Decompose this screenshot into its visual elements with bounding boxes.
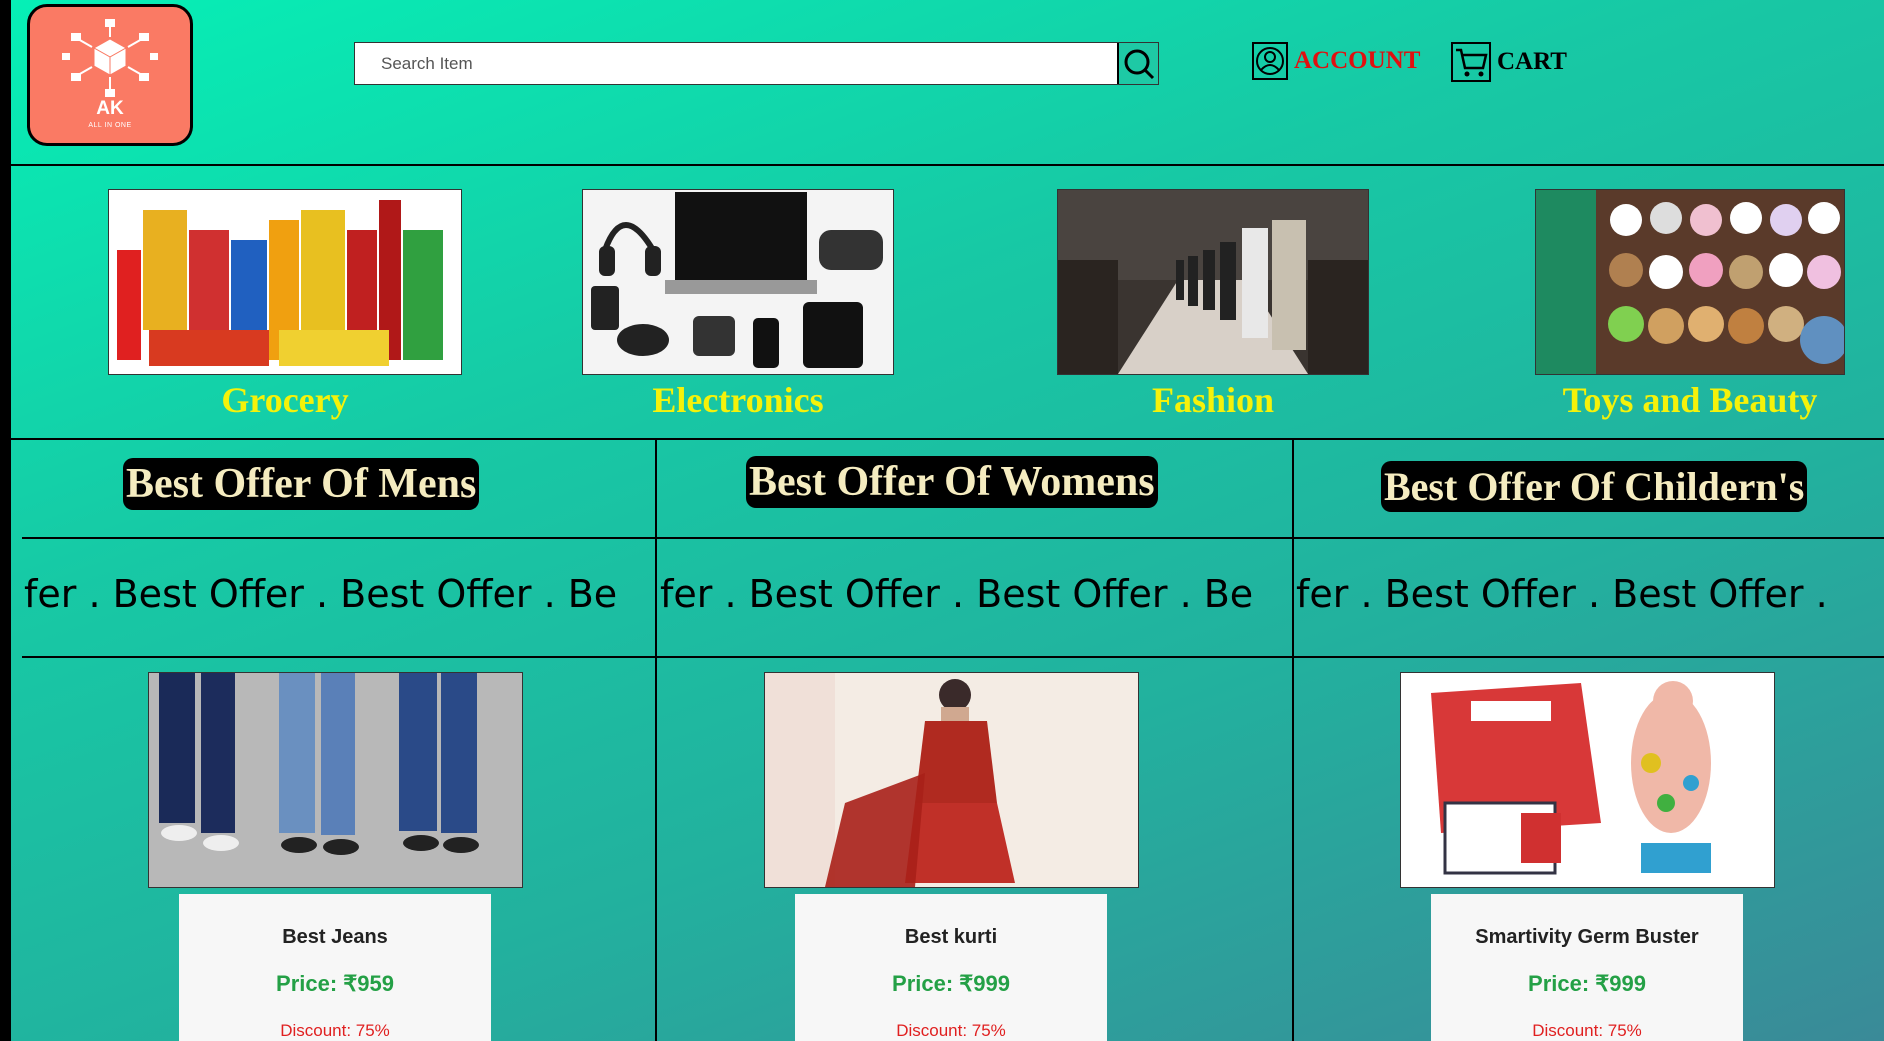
electronics-image bbox=[582, 189, 894, 375]
product-price: Price: ₹999 bbox=[892, 971, 1010, 996]
cube-network-icon bbox=[62, 19, 158, 97]
offer-marquee-mens: fer . Best Offer . Best Offer . Be bbox=[24, 572, 618, 616]
category-name: Grocery bbox=[221, 380, 349, 420]
account-link[interactable]: ACCOUNT bbox=[1252, 42, 1420, 80]
offer-title-mens: Best Offer Of Mens bbox=[123, 458, 480, 510]
category-name: Electronics bbox=[652, 380, 824, 420]
account-label: ACCOUNT bbox=[1294, 47, 1421, 74]
product-discount: Discount: 75% bbox=[280, 1021, 390, 1040]
offer-marquee-childrens: fer . Best Offer . Best Offer . bbox=[1296, 572, 1828, 616]
product-image-germ-buster[interactable] bbox=[1400, 672, 1775, 888]
toys-image bbox=[1535, 189, 1845, 375]
product-name: Best kurti bbox=[904, 926, 998, 948]
product-discount: Discount: 75% bbox=[896, 1021, 1006, 1040]
search-input[interactable] bbox=[355, 43, 1117, 84]
product-name: Best Jeans bbox=[282, 926, 388, 948]
category-name: Fashion bbox=[1151, 380, 1275, 420]
category-name: Toys and Beauty bbox=[1562, 380, 1818, 420]
search-bar bbox=[354, 42, 1159, 85]
product-image-kurti[interactable] bbox=[764, 672, 1139, 888]
category-fashion[interactable]: Fashion bbox=[1057, 189, 1369, 421]
category-grocery[interactable]: Grocery bbox=[108, 189, 462, 421]
product-image-jeans[interactable] bbox=[148, 672, 523, 888]
user-icon bbox=[1252, 42, 1288, 80]
product-card-germ-buster[interactable]: Smartivity Germ Buster Price: ₹999 Disco… bbox=[1431, 894, 1743, 1041]
search-button[interactable] bbox=[1117, 43, 1158, 84]
category-electronics[interactable]: Electronics bbox=[582, 189, 894, 421]
grocery-image bbox=[108, 189, 462, 375]
product-card-jeans[interactable]: Best Jeans Price: ₹959 Discount: 75% bbox=[179, 894, 491, 1041]
category-divider bbox=[11, 438, 1884, 440]
offer-title-womens: Best Offer Of Womens bbox=[746, 456, 1158, 508]
category-toys-and-beauty[interactable]: Toys and Beauty bbox=[1535, 189, 1845, 421]
cart-label: CART bbox=[1497, 48, 1567, 75]
offer-marquee-womens: fer . Best Offer . Best Offer . Be bbox=[660, 572, 1254, 616]
cart-link[interactable]: CART bbox=[1451, 42, 1567, 82]
header-divider bbox=[11, 164, 1884, 166]
product-discount: Discount: 75% bbox=[1532, 1021, 1642, 1040]
product-card-kurti[interactable]: Best kurti Price: ₹999 Discount: 75% bbox=[795, 894, 1107, 1041]
marquee-divider bbox=[22, 656, 1884, 658]
column-divider bbox=[1292, 440, 1294, 1041]
product-name: Smartivity Germ Buster bbox=[1475, 926, 1699, 948]
product-price: Price: ₹959 bbox=[276, 971, 394, 996]
title-divider bbox=[22, 537, 1884, 539]
left-border bbox=[0, 0, 11, 1041]
site-logo[interactable]: AK ALL IN ONE bbox=[27, 4, 193, 146]
product-price: Price: ₹999 bbox=[1528, 971, 1646, 996]
cart-icon bbox=[1451, 42, 1491, 82]
column-divider bbox=[655, 440, 657, 1041]
search-icon bbox=[1124, 49, 1154, 79]
fashion-image bbox=[1057, 189, 1369, 375]
logo-tagline: ALL IN ONE bbox=[88, 122, 132, 129]
offer-title-childrens: Best Offer Of Childern's bbox=[1381, 461, 1808, 512]
